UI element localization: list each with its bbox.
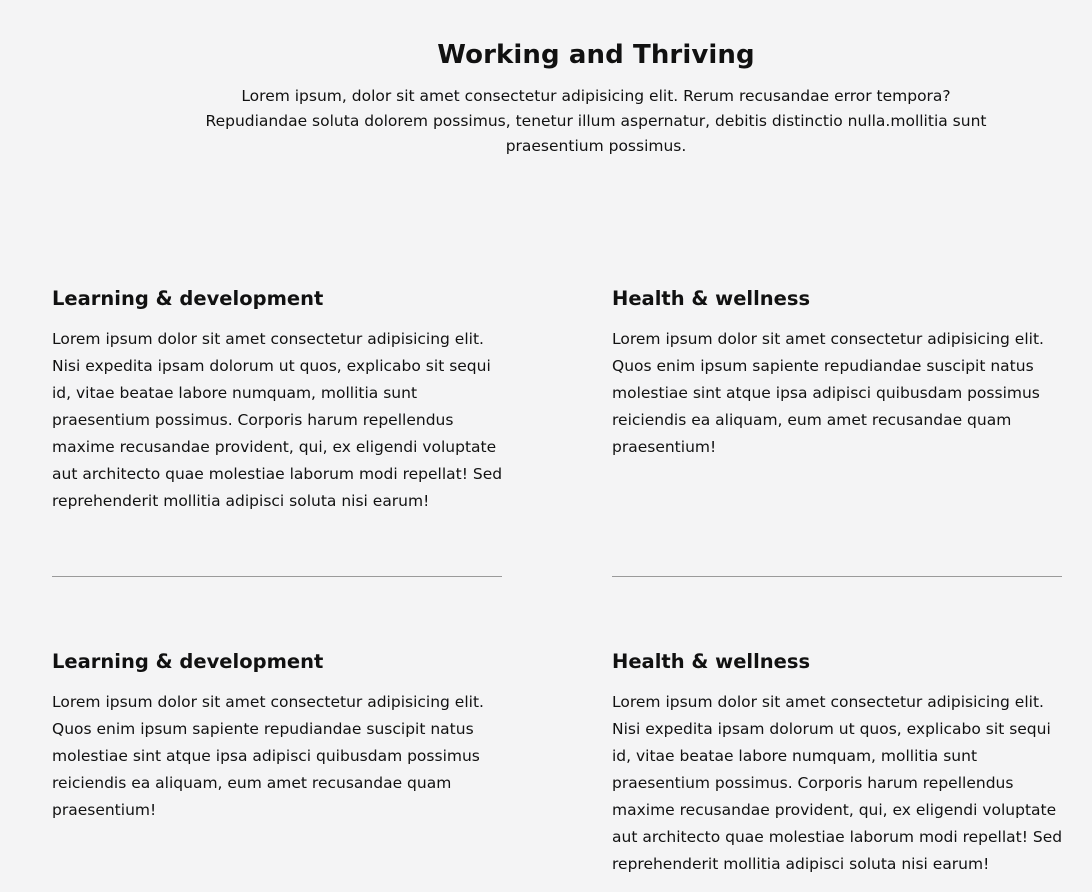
intro-section: Working and Thriving Lorem ipsum, dolor … [196, 38, 996, 159]
card-title: Health & wellness [612, 650, 811, 673]
card-health-wellness-1: Health & wellness Lorem ipsum dolor sit … [612, 286, 1062, 461]
divider-right [612, 576, 1062, 577]
card-title: Learning & development [52, 287, 324, 310]
card-health-wellness-2: Health & wellness Lorem ipsum dolor sit … [612, 649, 1062, 878]
card-body: Lorem ipsum dolor sit amet consectetur a… [612, 693, 1063, 873]
card-title: Health & wellness [612, 287, 811, 310]
card-title: Learning & development [52, 650, 324, 673]
page-description: Lorem ipsum, dolor sit amet consectetur … [205, 87, 987, 155]
card-learning-development-2: Learning & development Lorem ipsum dolor… [52, 649, 502, 824]
divider-left [52, 576, 502, 577]
page-title: Working and Thriving [437, 40, 755, 70]
card-body: Lorem ipsum dolor sit amet consectetur a… [612, 330, 1044, 456]
card-body: Lorem ipsum dolor sit amet consectetur a… [52, 693, 484, 819]
card-body: Lorem ipsum dolor sit amet consectetur a… [52, 330, 503, 510]
card-learning-development-1: Learning & development Lorem ipsum dolor… [52, 286, 502, 515]
